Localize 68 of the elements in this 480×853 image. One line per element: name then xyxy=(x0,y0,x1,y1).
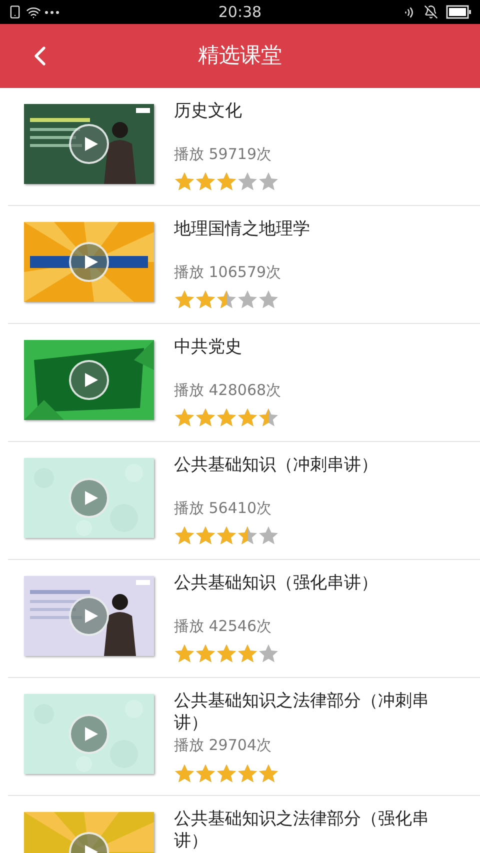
course-item[interactable]: 历史文化 播放 59719次 xyxy=(8,88,480,206)
star-icon xyxy=(216,171,237,192)
play-icon xyxy=(82,726,98,742)
star-icon xyxy=(258,171,279,192)
star-icon xyxy=(195,171,216,192)
star-icon xyxy=(195,643,216,664)
course-title: 历史文化 xyxy=(174,100,243,122)
course-item[interactable]: 地理国情之地理学 播放 106579次 xyxy=(8,206,480,324)
star-icon xyxy=(237,525,258,546)
star-icon xyxy=(174,289,195,310)
star-icon xyxy=(174,525,195,546)
star-icon xyxy=(216,525,237,546)
course-item[interactable]: 公共基础知识（强化串讲） 播放 42546次 xyxy=(8,560,480,678)
star-icon xyxy=(258,407,279,428)
star-icon xyxy=(216,643,237,664)
status-time: 20:38 xyxy=(217,2,263,23)
star-icon xyxy=(174,407,195,428)
play-count: 播放 428068次 xyxy=(174,380,282,400)
battery-icon xyxy=(446,5,472,19)
star-icon xyxy=(174,643,195,664)
star-icon xyxy=(216,289,237,310)
star-icon xyxy=(195,289,216,310)
star-icon xyxy=(237,289,258,310)
star-icon xyxy=(195,407,216,428)
play-button[interactable] xyxy=(69,242,109,282)
course-item[interactable]: 公共基础知识之法律部分（冲刺串讲） 播放 29704次 xyxy=(8,678,480,796)
course-title: 地理国情之地理学 xyxy=(174,218,311,240)
star-icon xyxy=(174,171,195,192)
star-icon xyxy=(195,525,216,546)
star-icon xyxy=(258,643,279,664)
play-count: 播放 59719次 xyxy=(174,144,272,164)
star-icon xyxy=(237,407,258,428)
course-title: 公共基础知识（强化串讲） xyxy=(174,572,379,594)
wifi-icon xyxy=(26,4,41,20)
star-icon xyxy=(237,762,258,784)
play-icon xyxy=(82,254,98,270)
play-icon xyxy=(82,136,98,152)
course-item[interactable]: 公共基础知识之法律部分（强化串讲） xyxy=(8,796,480,853)
star-icon xyxy=(195,762,216,784)
play-icon xyxy=(82,608,98,624)
sim-icon xyxy=(8,5,22,19)
course-title: 公共基础知识（冲刺串讲） xyxy=(174,454,379,476)
play-count: 播放 29704次 xyxy=(174,735,272,756)
star-icon xyxy=(258,762,279,784)
signal-waves-icon xyxy=(403,6,416,18)
play-button[interactable] xyxy=(69,124,109,164)
star-icon xyxy=(216,407,237,428)
play-icon xyxy=(82,372,98,388)
star-icon xyxy=(174,762,195,784)
page-title: 精选课堂 xyxy=(198,42,282,70)
course-item[interactable]: 公共基础知识（冲刺串讲） 播放 56410次 xyxy=(8,442,480,560)
star-icon xyxy=(237,643,258,664)
star-icon xyxy=(216,762,237,784)
play-count: 播放 106579次 xyxy=(174,262,282,282)
play-count: 播放 56410次 xyxy=(174,498,272,518)
play-button[interactable] xyxy=(69,360,109,400)
bell-off-icon xyxy=(424,5,438,19)
star-icon xyxy=(237,171,258,192)
course-item[interactable]: 中共党史 播放 428068次 xyxy=(8,324,480,442)
star-icon xyxy=(258,289,279,310)
play-icon xyxy=(82,490,98,506)
more-icon xyxy=(45,10,59,14)
star-icon xyxy=(258,525,279,546)
course-title: 中共党史 xyxy=(174,336,243,358)
play-button[interactable] xyxy=(69,596,109,636)
course-title: 公共基础知识之法律部分（强化串讲） xyxy=(174,808,430,852)
play-count: 播放 42546次 xyxy=(174,616,272,636)
course-title: 公共基础知识之法律部分（冲刺串讲） xyxy=(174,690,430,734)
